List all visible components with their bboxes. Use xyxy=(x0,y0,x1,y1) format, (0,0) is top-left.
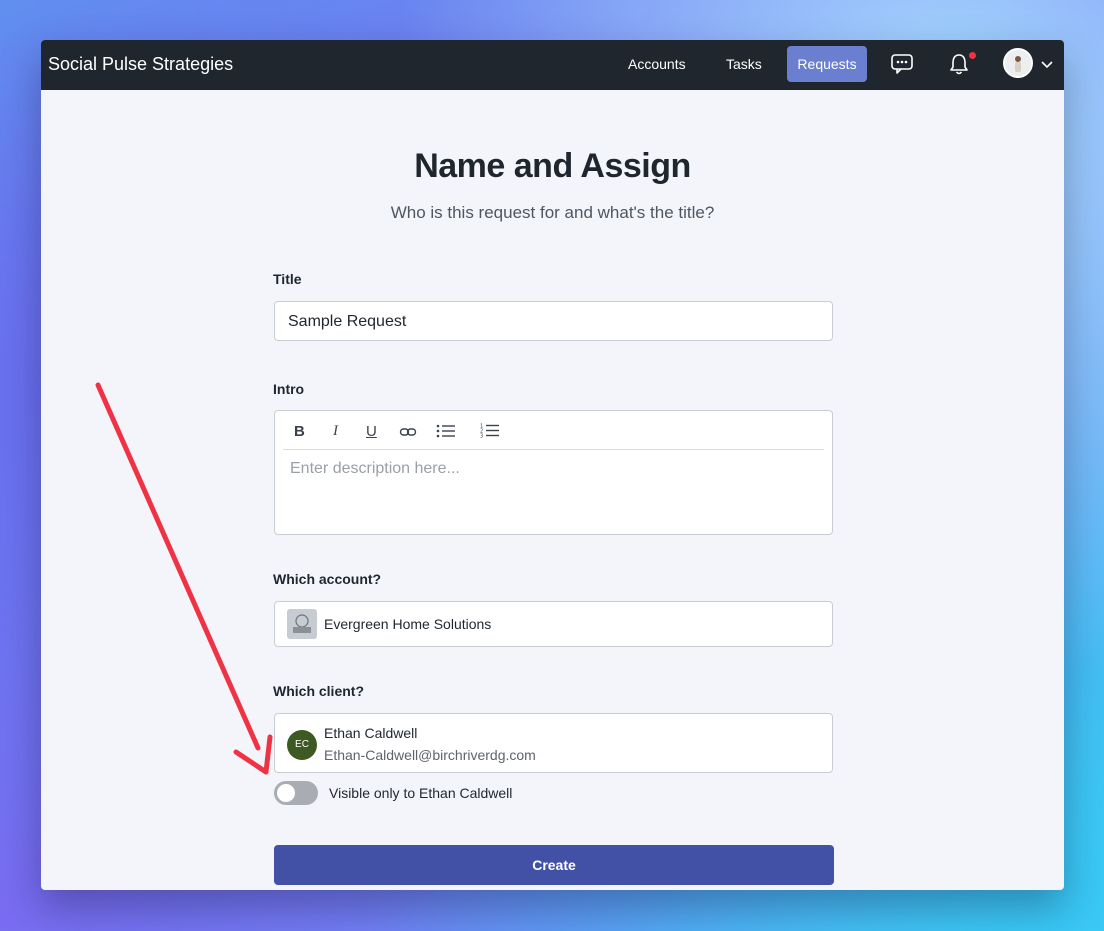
title-label: Title xyxy=(273,271,302,287)
title-input[interactable]: Sample Request xyxy=(274,301,833,341)
bullet-list-icon[interactable] xyxy=(436,424,456,442)
chat-icon[interactable] xyxy=(890,53,914,80)
visibility-toggle-label: Visible only to Ethan Caldwell xyxy=(329,785,513,801)
link-icon[interactable] xyxy=(399,425,417,442)
client-email: Ethan-Caldwell@birchriverdg.com xyxy=(324,747,536,763)
intro-label: Intro xyxy=(273,381,305,397)
nav-accounts[interactable]: Accounts xyxy=(628,56,686,72)
toggle-knob xyxy=(277,784,295,802)
toolbar-divider xyxy=(283,449,824,450)
numbered-list-icon[interactable]: 1 2 3 xyxy=(480,423,500,442)
top-navbar: Social Pulse Strategies Accounts Tasks R… xyxy=(41,40,1064,90)
nav-requests[interactable]: Requests xyxy=(787,46,867,82)
client-name: Ethan Caldwell xyxy=(324,725,418,741)
intro-placeholder: Enter description here... xyxy=(290,460,460,477)
account-logo xyxy=(287,609,317,639)
italic-button[interactable]: I xyxy=(333,423,338,440)
client-select[interactable]: EC Ethan Caldwell Ethan-Caldwell@birchri… xyxy=(274,713,833,773)
intro-editor[interactable]: B I U 1 2 3 Enter description here... xyxy=(274,410,833,535)
title-input-value: Sample Request xyxy=(288,313,407,330)
app-window: Social Pulse Strategies Accounts Tasks R… xyxy=(41,40,1064,890)
nav-tasks[interactable]: Tasks xyxy=(726,56,762,72)
bold-button[interactable]: B xyxy=(294,423,305,440)
account-label: Which account? xyxy=(273,571,382,587)
notification-dot xyxy=(969,52,976,59)
client-label: Which client? xyxy=(273,683,364,699)
client-avatar: EC xyxy=(287,730,317,760)
account-select[interactable]: Evergreen Home Solutions xyxy=(274,601,833,647)
brand-name: Social Pulse Strategies xyxy=(48,54,234,74)
svg-text:3: 3 xyxy=(480,434,483,439)
page-subtitle: Who is this request for and what's the t… xyxy=(390,203,715,222)
underline-button[interactable]: U xyxy=(366,423,377,440)
avatar[interactable] xyxy=(1003,48,1033,78)
page-title: Name and Assign xyxy=(414,147,691,185)
bell-icon[interactable] xyxy=(948,52,970,81)
chevron-down-icon[interactable] xyxy=(1040,57,1054,75)
create-button[interactable]: Create xyxy=(274,845,834,885)
visibility-toggle[interactable] xyxy=(274,781,318,805)
account-name: Evergreen Home Solutions xyxy=(324,616,492,632)
